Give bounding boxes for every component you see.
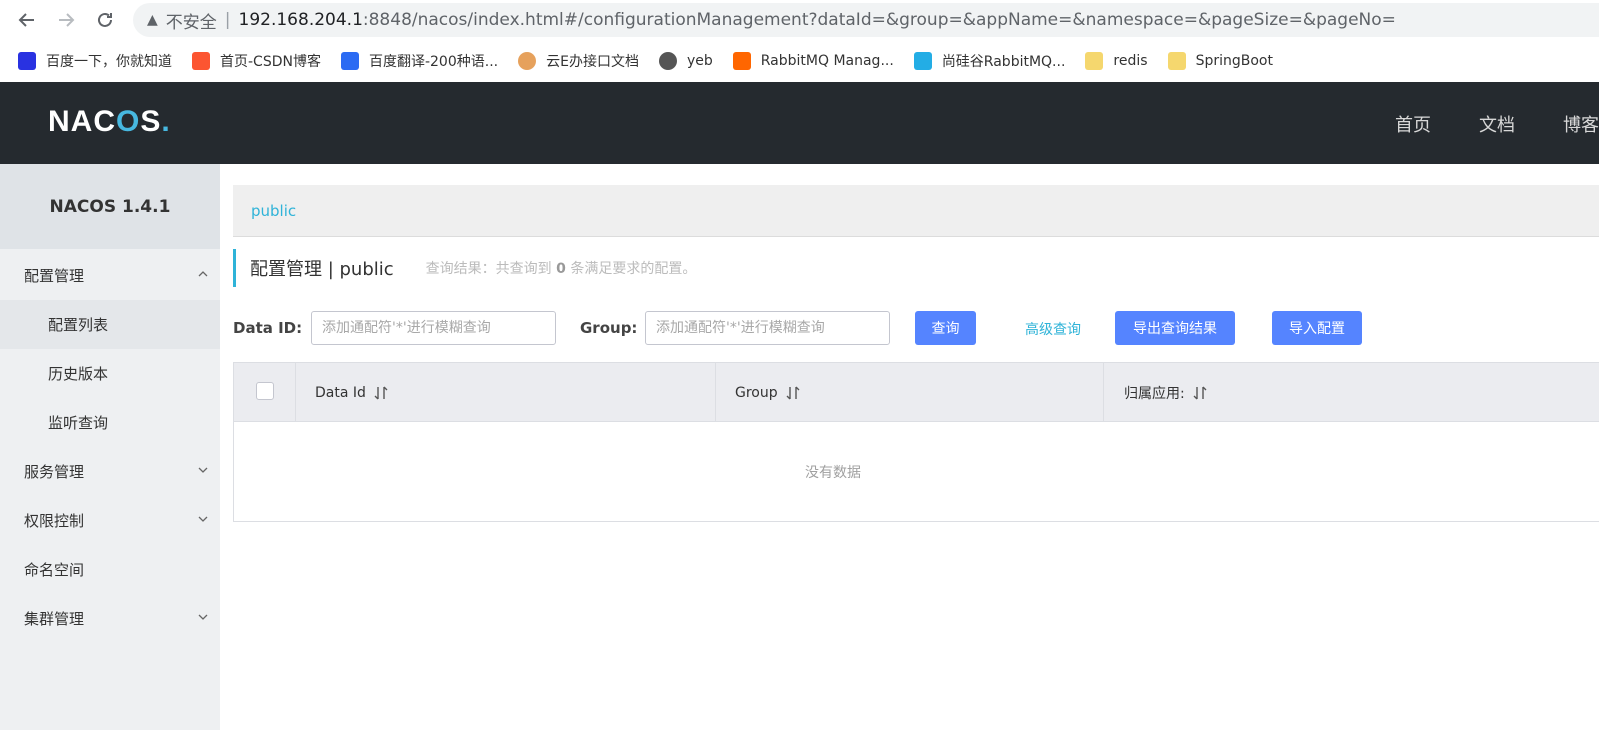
- search-form: Data ID: Group: 查询 高级查询 导出查询结果 导入配置: [233, 311, 1599, 345]
- csdn-icon: [192, 52, 210, 70]
- sidebar-group-cluster[interactable]: 集群管理: [0, 594, 220, 643]
- bookmark-item[interactable]: SpringBoot: [1167, 52, 1273, 70]
- page-title: 配置管理 | public: [250, 259, 394, 280]
- back-arrow-icon: [18, 13, 34, 27]
- back-button[interactable]: [14, 7, 40, 33]
- translate-icon: [340, 52, 359, 70]
- bookmark-label: yeb: [686, 53, 713, 69]
- export-button[interactable]: 导出查询结果: [1115, 311, 1235, 345]
- column-label: Group: [735, 384, 778, 401]
- bookmark-item[interactable]: 云E办接口文档: [518, 51, 639, 71]
- warning-icon: ▲: [147, 12, 158, 28]
- address-bar[interactable]: ▲ 不安全 | 192.168.204.1 :8848/nacos/index.…: [133, 3, 1599, 37]
- table-header: Data Id Group 归属应用:: [234, 363, 1599, 422]
- empty-state: 没有数据: [805, 465, 861, 481]
- chevron-down-icon: [198, 516, 208, 522]
- column-label: 归属应用:: [1124, 385, 1185, 402]
- nav-docs[interactable]: 文档: [1479, 111, 1515, 137]
- sidebar-group-config[interactable]: 配置管理: [0, 251, 220, 300]
- bookmark-label: RabbitMQ Manag...: [760, 53, 894, 69]
- sidebar-item-history[interactable]: 历史版本: [0, 349, 220, 398]
- column-data-id[interactable]: Data Id: [296, 363, 716, 422]
- bookmark-label: 百度一下，你就知道: [46, 54, 172, 70]
- bookmark-item[interactable]: 百度翻译-200种语...: [340, 51, 499, 71]
- reload-button[interactable]: [92, 7, 118, 33]
- bookmark-label: 尚硅谷RabbitMQ...: [941, 54, 1066, 70]
- sidebar-item-listener[interactable]: 监听查询: [0, 398, 220, 447]
- bookmark-item[interactable]: 尚硅谷RabbitMQ...: [913, 51, 1066, 71]
- column-label: Data Id: [315, 384, 366, 401]
- bookmark-item[interactable]: yeb: [658, 52, 713, 70]
- group-input[interactable]: [645, 311, 890, 345]
- query-button[interactable]: 查询: [915, 311, 976, 345]
- forward-arrow-icon: [59, 13, 75, 27]
- chevron-up-icon: [198, 271, 208, 277]
- advanced-query-link[interactable]: 高级查询: [1025, 319, 1081, 339]
- bookmark-item[interactable]: 首页-CSDN博客: [192, 51, 321, 71]
- sidebar-item-namespace[interactable]: 命名空间: [0, 545, 220, 594]
- app-header: NACOS. 首页 文档 博客: [0, 82, 1599, 164]
- dataid-label: Data ID:: [233, 319, 303, 337]
- select-all-cell: [234, 363, 296, 422]
- top-nav: 首页 文档 博客: [1347, 111, 1599, 137]
- sidebar-group-label: 权限控制: [24, 512, 85, 530]
- nav-home[interactable]: 首页: [1395, 111, 1431, 137]
- browser-toolbar: ▲ 不安全 | 192.168.204.1 :8848/nacos/index.…: [0, 0, 1599, 40]
- bookmarks-bar: 百度一下，你就知道 首页-CSDN博客 百度翻译-200种语... 云E办接口文档 ye…: [0, 40, 1599, 82]
- bookmark-item[interactable]: redis: [1085, 52, 1148, 70]
- chevron-down-icon: [198, 614, 208, 620]
- bookmark-item[interactable]: RabbitMQ Manag...: [732, 52, 894, 70]
- folder-icon: [1085, 52, 1104, 70]
- folder-icon: [1167, 52, 1186, 70]
- bilibili-icon: [913, 52, 932, 70]
- sidebar-item-config-list[interactable]: 配置列表: [0, 300, 220, 349]
- forward-button[interactable]: [53, 7, 79, 33]
- bookmark-label: 云E办接口文档: [546, 54, 639, 70]
- chevron-down-icon: [198, 467, 208, 473]
- url-host: 192.168.204.1: [238, 10, 363, 30]
- url-separator: |: [224, 10, 231, 30]
- dataid-input[interactable]: [311, 311, 556, 345]
- nacos-logo[interactable]: NACOS.: [48, 105, 171, 139]
- sidebar-group-service[interactable]: 服务管理: [0, 447, 220, 496]
- summary-prefix: 查询结果：共查询到: [425, 261, 552, 277]
- sidebar: NACOS 1.4.1 配置管理 配置列表 历史版本 监听查询 服务管理 权限控…: [0, 164, 220, 730]
- sidebar-group-label: 集群管理: [24, 610, 85, 628]
- sidebar-group-auth[interactable]: 权限控制: [0, 496, 220, 545]
- sort-icon[interactable]: [1193, 385, 1207, 401]
- nav-blog[interactable]: 博客: [1563, 111, 1599, 137]
- sidebar-item-label: 命名空间: [24, 561, 85, 579]
- baidu-icon: [18, 52, 36, 70]
- version-label: NACOS 1.4.1: [0, 164, 220, 249]
- summary-suffix: 条满足要求的配置。: [570, 261, 697, 277]
- summary-count: 0: [556, 261, 566, 277]
- bookmark-label: 百度翻译-200种语...: [368, 54, 499, 70]
- insecure-label: 不安全: [165, 12, 217, 33]
- group-label: Group:: [580, 319, 638, 337]
- sidebar-group-label: 服务管理: [24, 463, 85, 481]
- config-table: Data Id Group 归属应用: 没有数据: [233, 362, 1599, 522]
- sort-icon[interactable]: [374, 385, 388, 401]
- bookmark-item[interactable]: 百度一下，你就知道: [18, 51, 172, 71]
- import-button[interactable]: 导入配置: [1272, 311, 1362, 345]
- column-app[interactable]: 归属应用:: [1104, 363, 1599, 422]
- url-path: :8848/nacos/index.html#/configurationMan…: [362, 10, 1396, 30]
- namespace-tab-public[interactable]: public: [251, 202, 296, 220]
- namespace-bar: public: [233, 185, 1599, 237]
- select-all-checkbox[interactable]: [255, 381, 274, 400]
- page-title-row: 配置管理 | public 查询结果：共查询到 0 条满足要求的配置。: [233, 249, 696, 287]
- sidebar-group-label: 配置管理: [24, 267, 85, 285]
- query-summary: 查询结果：共查询到 0 条满足要求的配置。: [426, 258, 697, 278]
- bookmark-label: SpringBoot: [1195, 53, 1273, 69]
- reload-icon: [98, 12, 112, 27]
- globe-icon: [658, 52, 677, 70]
- doc-icon: [518, 52, 537, 70]
- column-group[interactable]: Group: [716, 363, 1104, 422]
- bookmark-label: redis: [1113, 53, 1148, 69]
- rabbitmq-icon: [732, 52, 751, 70]
- bookmark-label: 首页-CSDN博客: [220, 54, 321, 70]
- sort-icon[interactable]: [786, 385, 800, 401]
